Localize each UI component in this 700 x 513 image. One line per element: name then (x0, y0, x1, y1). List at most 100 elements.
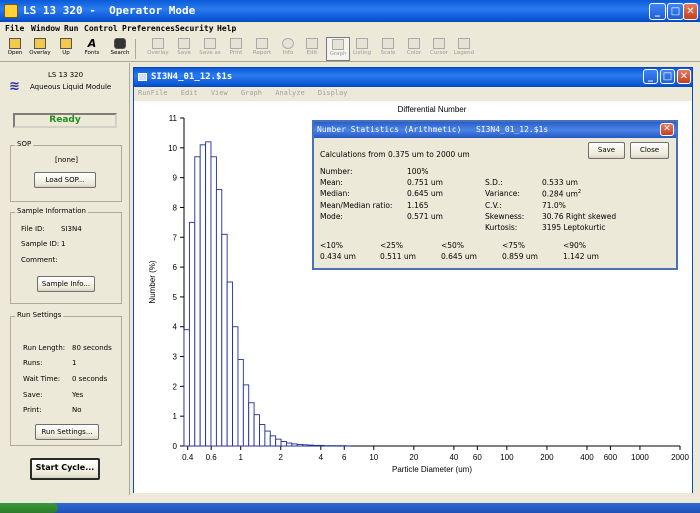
y-tick-label: 3 (173, 353, 178, 362)
toolbar-overlay-open-button[interactable]: Overlay (28, 37, 52, 61)
doc-minimize-button[interactable]: _ (643, 69, 658, 84)
stat-label: Kurtosis: (485, 223, 518, 232)
y-tick-label: 5 (173, 293, 178, 302)
color-icon (408, 38, 420, 49)
doc-menu-graph[interactable]: Graph (241, 89, 262, 97)
doc-close-button[interactable]: ✕ (677, 69, 691, 84)
menu-control[interactable]: Control (84, 24, 118, 33)
doc-menu-view[interactable]: View (211, 89, 228, 97)
percentile-label: <10% (320, 241, 343, 250)
toolbar-fonts-button[interactable]: A Fonts (80, 37, 104, 61)
toolbar-info-button[interactable]: Info (276, 37, 300, 61)
minimize-button[interactable]: _ (649, 3, 666, 20)
doc-maximize-button[interactable]: □ (660, 69, 675, 84)
toolbar-open-button[interactable]: Open (3, 37, 27, 61)
menu-help[interactable]: Help (217, 24, 236, 33)
histogram-bar (221, 233, 228, 447)
run-file-menu-bar: RunFile Edit View Graph Analyze Display (138, 89, 356, 97)
histogram-bar (318, 444, 325, 447)
toolbar-graph-button[interactable]: Graph (326, 37, 350, 61)
run-file-title-bar: SI3N4_01_12.$1s _ □ ✕ (134, 68, 692, 87)
toolbar-legend-button[interactable]: Legend (452, 37, 476, 61)
y-tick-label: 1 (173, 412, 178, 421)
x-tick-label: 20 (409, 453, 418, 462)
histogram-bar (205, 141, 212, 447)
doc-menu-display[interactable]: Display (318, 89, 348, 97)
toolbar-up-button[interactable]: Up (54, 37, 78, 61)
cursor-icon (433, 38, 445, 49)
up-folder-icon (60, 38, 72, 49)
toolbar-overlay-button[interactable]: Overlay (146, 37, 170, 61)
title-bar: LS 13 320 - Operator Mode _ □ ✕ (0, 0, 700, 22)
doc-menu-edit[interactable]: Edit (181, 89, 198, 97)
load-sop-button[interactable]: Load SOP... (34, 172, 96, 188)
doc-menu-runfile[interactable]: RunFile (138, 89, 168, 97)
stat-value: 0.751 um (407, 178, 443, 187)
run-settings-button[interactable]: Run Settings... (35, 424, 99, 440)
overlay-icon (152, 38, 164, 49)
x-tick-label: 2000 (671, 453, 689, 462)
toolbar-color-button[interactable]: Color (402, 37, 426, 61)
x-axis-label: Particle Diameter (um) (392, 465, 472, 474)
legend-icon (458, 38, 470, 49)
binoculars-icon (114, 38, 126, 49)
dialog-save-button[interactable]: Save (588, 142, 625, 159)
runs-value: 1 (72, 359, 77, 367)
x-tick-label: 1000 (631, 453, 649, 462)
stat-label: Mean: (320, 178, 343, 187)
menu-run[interactable]: Run (64, 24, 78, 33)
number-statistics-dialog: Number Statistics (Arithmetic) SI3N4_01_… (312, 120, 678, 270)
toolbar-listing-button[interactable]: Listing (350, 37, 374, 61)
histogram-bar (248, 402, 255, 447)
menu-window[interactable]: Window (31, 24, 60, 33)
histogram-bar (199, 144, 207, 447)
graph-icon (332, 39, 344, 50)
file-id-value: SI3N4 (61, 225, 82, 233)
toolbar-edit-button[interactable]: Edit (300, 37, 324, 61)
menu-security[interactable]: Security (175, 24, 214, 33)
doc-menu-analyze[interactable]: Analyze (275, 89, 305, 97)
print-setting-label: Print: (23, 406, 42, 414)
x-tick-label: 100 (500, 453, 514, 462)
run-file-title: SI3N4_01_12.$1s (151, 72, 233, 82)
histogram-bar (312, 444, 320, 447)
menu-preferences[interactable]: Preferences (122, 24, 175, 33)
toolbar-search-button[interactable]: Search (108, 37, 132, 61)
x-tick-label: 0.6 (206, 453, 218, 462)
print-setting-value: No (72, 406, 82, 414)
toolbar-save-as-button[interactable]: Save as (198, 37, 222, 61)
close-button[interactable]: ✕ (683, 3, 698, 20)
info-icon (282, 38, 294, 49)
toolbar-print-button[interactable]: Print (224, 37, 248, 61)
percentile-value: 0.859 um (502, 252, 538, 261)
dialog-close-button[interactable]: Close (630, 142, 669, 159)
folder-open-icon (9, 38, 21, 49)
font-a-icon: A (87, 37, 97, 50)
y-tick-label: 11 (169, 114, 178, 123)
toolbar-save-button[interactable]: Save (172, 37, 196, 61)
x-tick-label: 1 (238, 453, 243, 462)
menu-file[interactable]: File (5, 24, 24, 33)
start-menu-button[interactable] (0, 503, 58, 513)
sample-info-button[interactable]: Sample Info... (37, 276, 95, 292)
stat-value: 3195 Leptokurtic (542, 223, 606, 232)
toolbar-cursor-button[interactable]: Cursor (427, 37, 451, 61)
document-icon (138, 73, 147, 81)
toolbar-scale-button[interactable]: Scale (376, 37, 400, 61)
x-tick-label: 40 (449, 453, 458, 462)
run-settings-group-title: Run Settings (15, 311, 64, 319)
percentile-value: 0.434 um (320, 252, 356, 261)
dialog-title-bar: Number Statistics (Arithmetic) SI3N4_01_… (314, 122, 676, 138)
percentile-value: 0.645 um (441, 252, 477, 261)
dialog-close-icon[interactable]: ✕ (660, 123, 674, 136)
maximize-button[interactable]: □ (667, 3, 684, 20)
app-window: LS 13 320 - Operator Mode _ □ ✕ File Win… (0, 0, 700, 513)
toolbar-report-button[interactable]: Report (250, 37, 274, 61)
x-tick-label: 4 (319, 453, 324, 462)
chart-title: Differential Number (398, 105, 467, 114)
stat-label: Skewness: (485, 212, 525, 221)
stat-label: Mode: (320, 212, 343, 221)
scale-icon (382, 38, 394, 49)
start-cycle-button[interactable]: Start Cycle... (30, 458, 100, 480)
y-tick-label: 10 (168, 144, 177, 153)
